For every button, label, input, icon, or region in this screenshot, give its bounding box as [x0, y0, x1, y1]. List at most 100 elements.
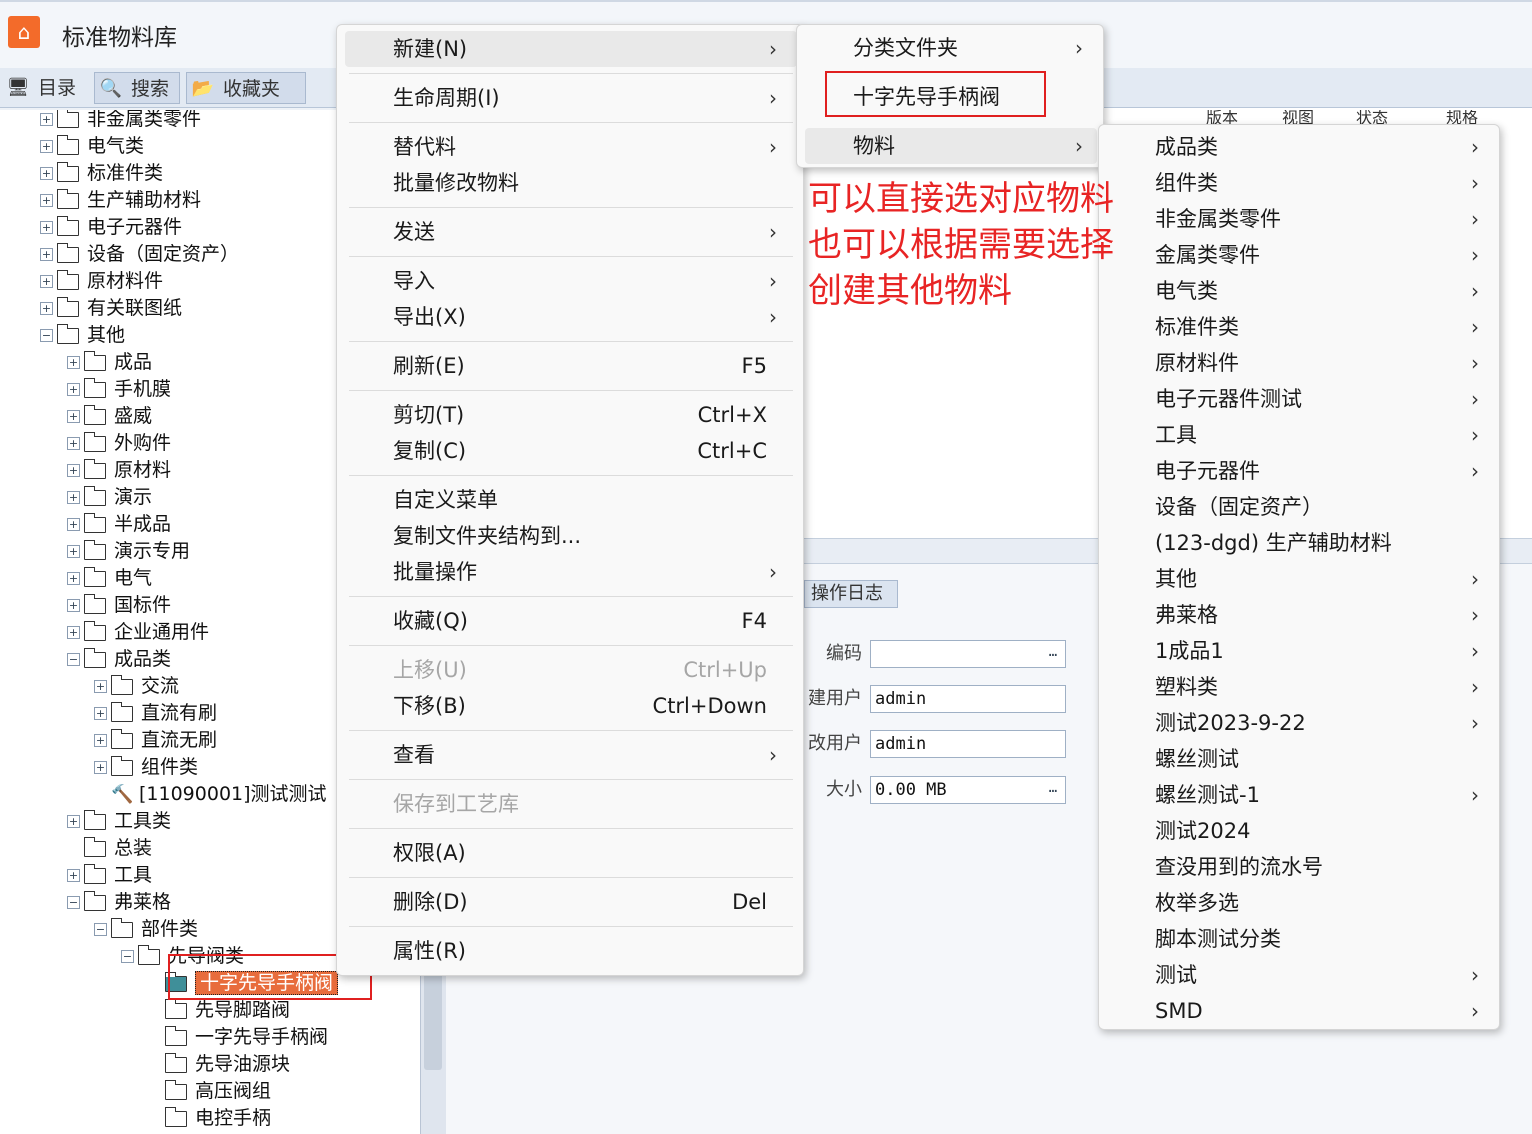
expand-icon[interactable]: + [94, 734, 107, 747]
expand-icon[interactable]: + [67, 464, 80, 477]
material-menu-item[interactable]: 工具 › [1107, 417, 1493, 453]
tree-node[interactable]: 总装 [67, 835, 152, 862]
tree-node[interactable]: − 其他 [40, 322, 125, 349]
expand-icon[interactable]: + [40, 113, 53, 126]
tree-node[interactable]: + 盛威 [67, 403, 152, 430]
tree-node[interactable]: − 弗莱格 [67, 889, 171, 916]
material-menu-item[interactable]: 组件类 › [1107, 165, 1493, 201]
material-menu-item[interactable]: 测试 › [1107, 957, 1493, 993]
material-menu-item[interactable]: 塑料类 › [1107, 669, 1493, 705]
tree-node[interactable]: + 设备（固定资产） [40, 241, 239, 268]
tree-node[interactable]: 先导油源块 [148, 1051, 290, 1078]
expand-icon[interactable]: + [40, 302, 53, 315]
material-menu-item[interactable]: 枚举多选 [1107, 885, 1493, 921]
material-menu-item[interactable]: 金属类零件 › [1107, 237, 1493, 273]
tree-node[interactable]: + 交流 [94, 673, 179, 700]
expand-icon[interactable]: + [94, 707, 107, 720]
tree-node[interactable]: − 部件类 [94, 916, 198, 943]
material-menu-item[interactable]: 原材料件 › [1107, 345, 1493, 381]
tab-search[interactable]: 🔍 搜索 [94, 72, 180, 104]
submenu-item[interactable]: 物料 › [805, 128, 1097, 164]
menu-item[interactable]: 属性(R) [345, 933, 797, 969]
code-field[interactable]: … [870, 640, 1066, 668]
menu-item[interactable]: 导入 › [345, 263, 797, 299]
submenu-item[interactable]: 分类文件夹 › [805, 30, 1097, 66]
tree-node[interactable]: + 原材料 [67, 457, 171, 484]
expand-icon[interactable]: + [67, 545, 80, 558]
material-menu-item[interactable]: 测试2024 [1107, 813, 1493, 849]
expand-icon[interactable]: + [40, 275, 53, 288]
menu-item[interactable]: 批量修改物料 [345, 165, 797, 201]
material-menu-item[interactable]: 成品类 › [1107, 129, 1493, 165]
size-field[interactable]: 0.00 MB … [870, 776, 1066, 804]
menu-item[interactable]: 新建(N) › [345, 31, 797, 67]
menu-item[interactable]: 复制(C) Ctrl+C [345, 433, 797, 469]
tree-node[interactable]: + 企业通用件 [67, 619, 209, 646]
material-menu-item[interactable]: SMD › [1107, 993, 1493, 1029]
expand-icon[interactable]: + [40, 221, 53, 234]
tree-node[interactable]: 电控手柄 [148, 1105, 271, 1132]
menu-item[interactable]: 收藏(Q) F4 [345, 603, 797, 639]
tab-favorites[interactable]: 📂 收藏夹 [186, 72, 306, 104]
menu-item[interactable]: 批量操作 › [345, 554, 797, 590]
tree-node[interactable]: − 成品类 [67, 646, 171, 673]
expand-icon[interactable]: + [67, 437, 80, 450]
creator-field[interactable]: admin [870, 685, 1066, 713]
material-menu-item[interactable]: 查没用到的流水号 [1107, 849, 1493, 885]
tab-catalog[interactable]: 🖥 目录 [2, 72, 88, 104]
browse-button[interactable]: … [1043, 779, 1063, 801]
expand-icon[interactable]: + [67, 869, 80, 882]
material-menu-item[interactable]: 电气类 › [1107, 273, 1493, 309]
collapse-icon[interactable]: − [121, 950, 134, 963]
material-menu-item[interactable]: 电子元器件 › [1107, 453, 1493, 489]
tree-node[interactable]: 一字先导手柄阀 [148, 1024, 328, 1051]
tree-node[interactable]: + 生产辅助材料 [40, 187, 201, 214]
expand-icon[interactable]: + [67, 572, 80, 585]
tab-operation-log[interactable]: 操作日志 [804, 580, 898, 608]
material-menu-item[interactable]: 标准件类 › [1107, 309, 1493, 345]
tree-node[interactable]: + 原材料件 [40, 268, 163, 295]
menu-item[interactable]: 删除(D) Del [345, 884, 797, 920]
expand-icon[interactable]: + [67, 518, 80, 531]
menu-item[interactable]: 自定义菜单 [345, 482, 797, 518]
expand-icon[interactable]: + [67, 356, 80, 369]
expand-icon[interactable]: + [40, 167, 53, 180]
tree-node[interactable]: + 国标件 [67, 592, 171, 619]
material-menu-item[interactable]: 螺丝测试 [1107, 741, 1493, 777]
menu-item[interactable]: 刷新(E) F5 [345, 348, 797, 384]
collapse-icon[interactable]: − [94, 923, 107, 936]
expand-icon[interactable]: + [67, 383, 80, 396]
material-menu-item[interactable]: 1成品1 › [1107, 633, 1493, 669]
expand-icon[interactable]: + [94, 761, 107, 774]
expand-icon[interactable]: + [40, 140, 53, 153]
material-menu-item[interactable]: 螺丝测试-1 › [1107, 777, 1493, 813]
collapse-icon[interactable]: − [40, 329, 53, 342]
menu-item[interactable]: 导出(X) › [345, 299, 797, 335]
tree-node[interactable]: + 工具类 [67, 808, 171, 835]
expand-icon[interactable]: + [67, 491, 80, 504]
material-menu-item[interactable]: 设备（固定资产） [1107, 489, 1493, 525]
material-menu-item[interactable]: 脚本测试分类 [1107, 921, 1493, 957]
expand-icon[interactable]: + [67, 815, 80, 828]
tree-node[interactable]: + 半成品 [67, 511, 171, 538]
collapse-icon[interactable]: − [67, 896, 80, 909]
expand-icon[interactable]: + [67, 410, 80, 423]
tree-node[interactable]: + 演示 [67, 484, 152, 511]
tree-node[interactable]: 先导脚踏阀 [148, 997, 290, 1024]
collapse-icon[interactable]: − [67, 653, 80, 666]
tree-node[interactable]: + 非金属类零件 [40, 110, 201, 133]
menu-item[interactable]: 复制文件夹结构到... [345, 518, 797, 554]
tree-node[interactable]: + 外购件 [67, 430, 171, 457]
expand-icon[interactable]: + [67, 599, 80, 612]
tree-node[interactable]: + 组件类 [94, 754, 198, 781]
menu-item[interactable]: 剪切(T) Ctrl+X [345, 397, 797, 433]
tree-node[interactable]: + 演示专用 [67, 538, 190, 565]
menu-item[interactable]: 查看 › [345, 737, 797, 773]
menu-item[interactable]: 下移(B) Ctrl+Down [345, 688, 797, 724]
material-menu-item[interactable]: 其他 › [1107, 561, 1493, 597]
tree-node[interactable]: + 直流有刷 [94, 700, 217, 727]
tree-node[interactable]: + 有关联图纸 [40, 295, 182, 322]
tree-node[interactable]: + 电气类 [40, 133, 144, 160]
tree-node[interactable]: + 电子元器件 [40, 214, 182, 241]
material-menu-item[interactable]: 非金属类零件 › [1107, 201, 1493, 237]
